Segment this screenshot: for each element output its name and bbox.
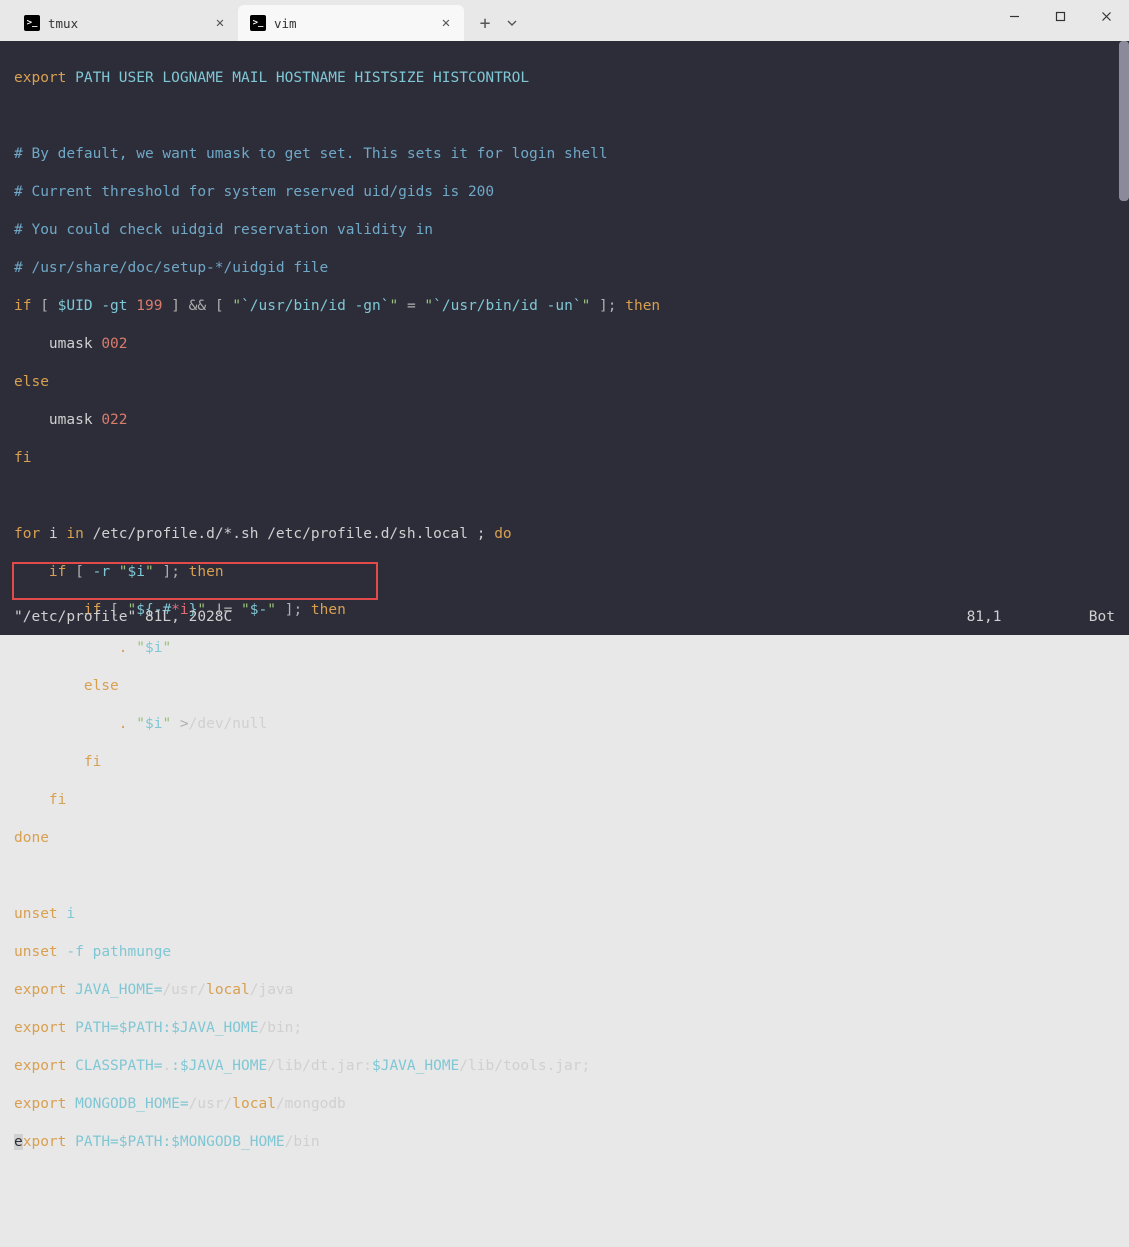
keyword-export: export bbox=[14, 70, 66, 86]
maximize-button[interactable] bbox=[1037, 0, 1083, 32]
terminal-icon: >_ bbox=[24, 15, 40, 31]
keyword-then: then bbox=[625, 298, 660, 314]
comment: # /usr/share/doc/setup-*/uidgid file bbox=[14, 259, 1115, 278]
window-controls bbox=[991, 0, 1129, 32]
status-position: 81,1 Bot bbox=[967, 608, 1115, 627]
chevron-down-icon bbox=[507, 18, 517, 28]
comment: # By default, we want umask to get set. … bbox=[14, 145, 1115, 164]
keyword-else: else bbox=[14, 374, 49, 390]
tab-dropdown-button[interactable] bbox=[500, 8, 524, 38]
tab-label: vim bbox=[274, 16, 297, 31]
close-icon bbox=[1101, 11, 1112, 22]
terminal-viewport[interactable]: export PATH USER LOGNAME MAIL HOSTNAME H… bbox=[0, 41, 1129, 635]
env-vars-list: PATH USER LOGNAME MAIL HOSTNAME HISTSIZE… bbox=[75, 70, 529, 86]
tab-label: tmux bbox=[48, 16, 78, 31]
tab-tmux[interactable]: >_ tmux ✕ bbox=[12, 5, 238, 41]
var-uid: $UID bbox=[58, 298, 93, 314]
new-tab-button[interactable]: + bbox=[470, 8, 500, 38]
tab-vim[interactable]: >_ vim ✕ bbox=[238, 5, 464, 41]
maximize-icon bbox=[1055, 11, 1066, 22]
minimize-button[interactable] bbox=[991, 0, 1037, 32]
cursor: e bbox=[14, 1134, 23, 1150]
close-window-button[interactable] bbox=[1083, 0, 1129, 32]
keyword-unset: unset bbox=[14, 906, 58, 922]
vim-status-line: "/etc/profile" 81L, 2028C 81,1 Bot bbox=[14, 608, 1115, 627]
comment: # Current threshold for system reserved … bbox=[14, 183, 1115, 202]
keyword-done: done bbox=[14, 830, 49, 846]
minimize-icon bbox=[1009, 11, 1020, 22]
keyword-in: in bbox=[66, 526, 83, 542]
comment: # You could check uidgid reservation val… bbox=[14, 221, 1115, 240]
keyword-for: for bbox=[14, 526, 40, 542]
status-file-info: "/etc/profile" 81L, 2028C bbox=[14, 608, 232, 627]
keyword-fi: fi bbox=[14, 450, 31, 466]
keyword-do: do bbox=[494, 526, 511, 542]
terminal-icon: >_ bbox=[250, 15, 266, 31]
scrollbar-thumb[interactable] bbox=[1119, 41, 1129, 201]
close-icon[interactable]: ✕ bbox=[438, 15, 454, 31]
titlebar: >_ tmux ✕ >_ vim ✕ + bbox=[0, 0, 1129, 41]
keyword-if: if bbox=[14, 298, 31, 314]
tab-strip: >_ tmux ✕ >_ vim ✕ + bbox=[12, 5, 524, 41]
close-icon[interactable]: ✕ bbox=[212, 15, 228, 31]
